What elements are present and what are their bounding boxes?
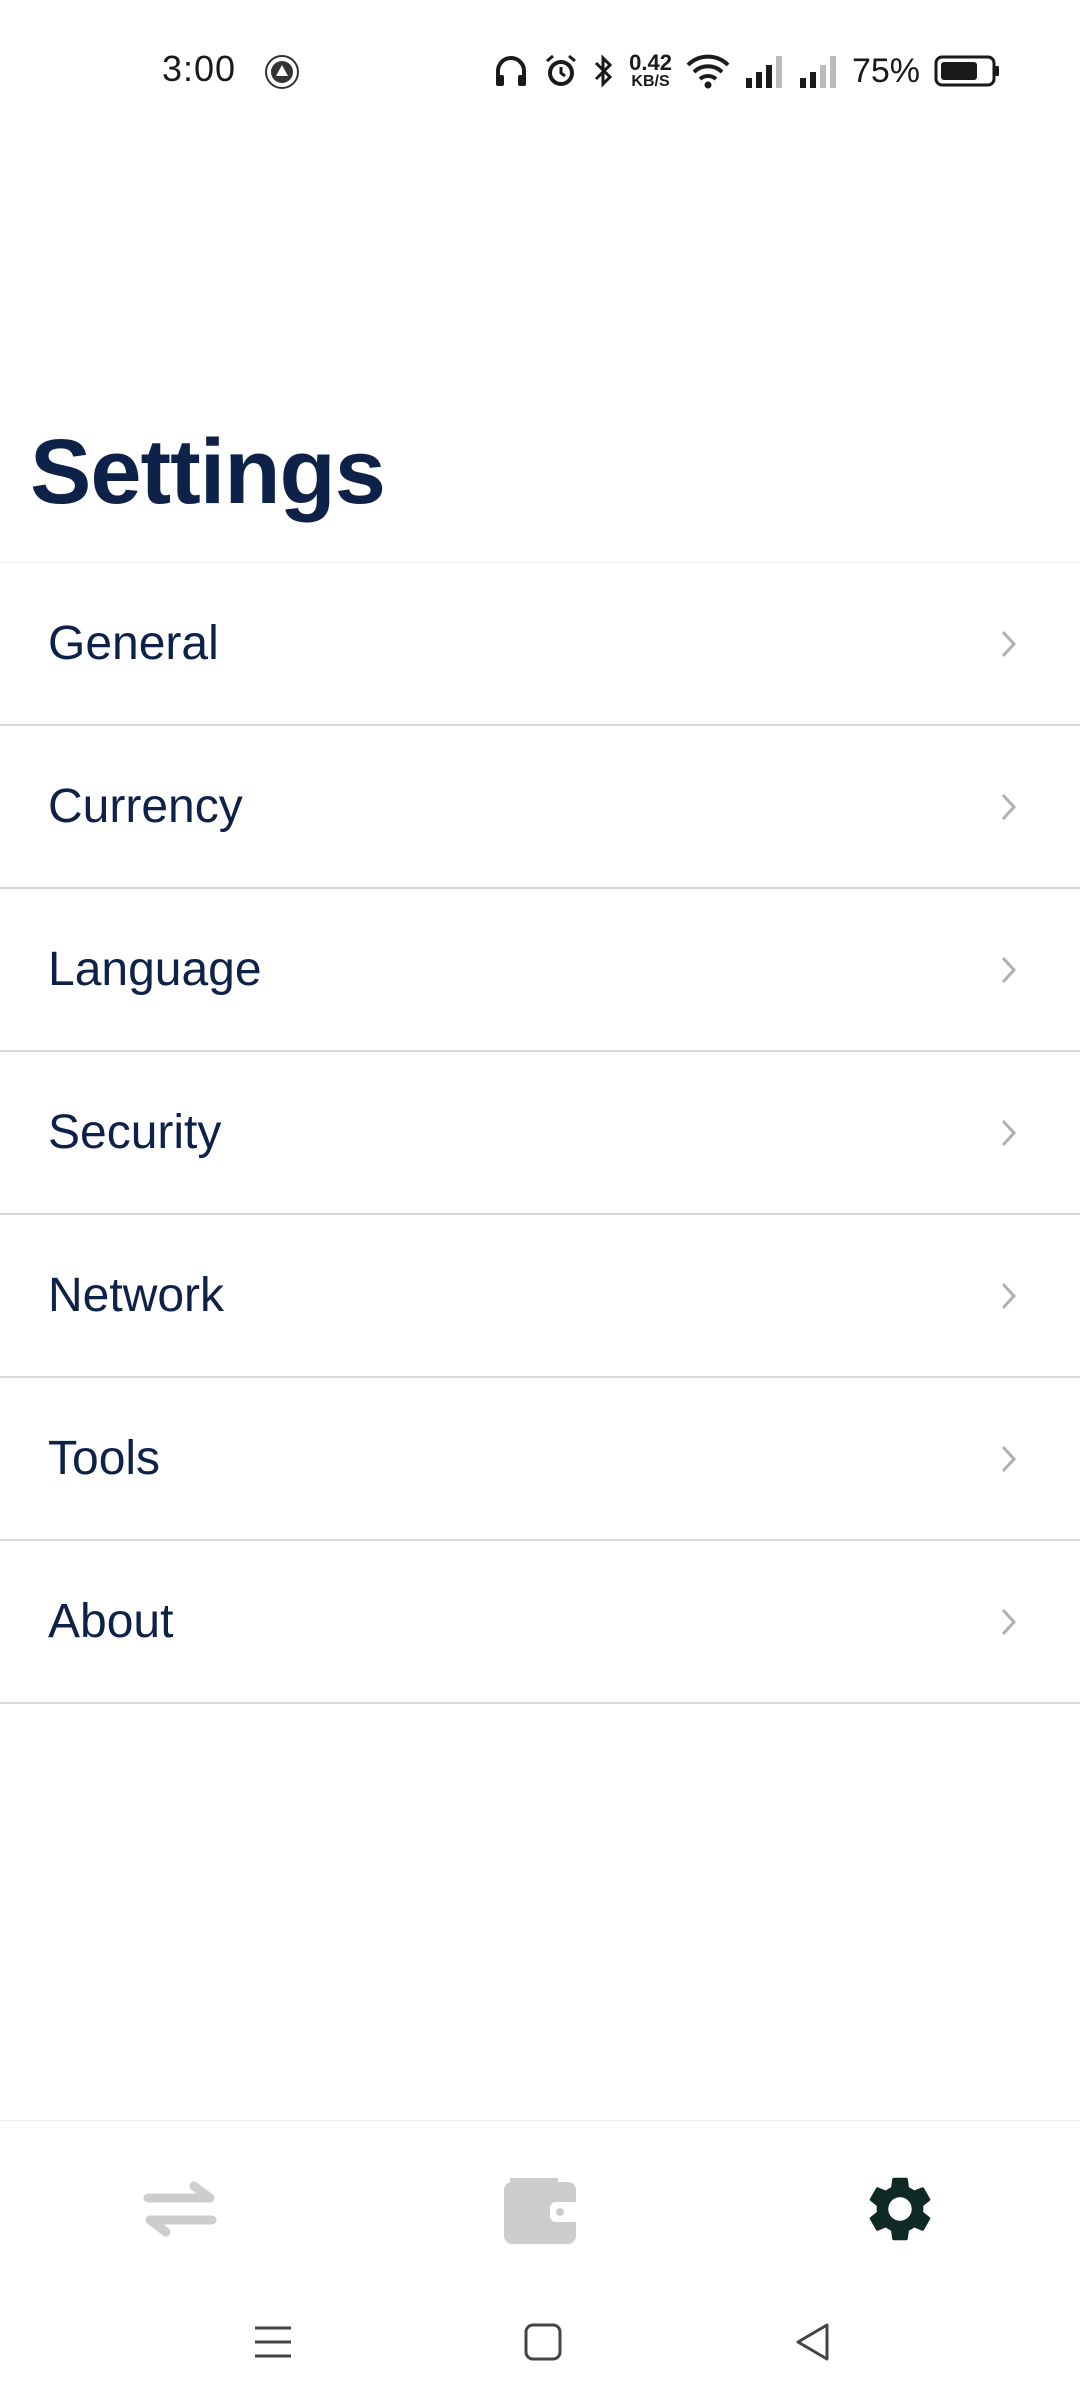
network-speed: 0.42 KB/S [629,52,672,90]
net-speed-value: 0.42 [629,50,672,75]
settings-item-security[interactable]: Security [0,1052,1080,1215]
page-title: Settings [30,421,386,523]
settings-item-general[interactable]: General [0,563,1080,726]
net-speed-unit: KB/S [631,73,670,90]
bottom-nav [0,2120,1080,2291]
settings-item-tools[interactable]: Tools [0,1378,1080,1541]
system-back-button[interactable] [783,2312,843,2372]
system-nav-bar [0,2290,1080,2400]
status-icons: 0.42 KB/S 75% [493,46,1000,96]
settings-item-label: Network [48,1269,225,1322]
chevron-right-icon [1001,1608,1017,1635]
battery-icon [934,55,1000,87]
settings-item-language[interactable]: Language [0,889,1080,1052]
chevron-right-icon [1001,1119,1017,1146]
settings-item-label: Language [48,943,262,996]
nav-wallet-button[interactable] [490,2159,590,2259]
headphones-icon [493,54,529,88]
menu-icon [255,2326,291,2358]
settings-item-currency[interactable]: Currency [0,726,1080,889]
alarm-icon [543,53,579,89]
signal-icon [744,54,784,88]
wifi-icon [686,53,730,89]
status-bar: 3:00 0.42 KB/S 75% [0,0,1080,140]
chevron-right-icon [1001,1282,1017,1309]
home-icon [524,2323,562,2361]
transfer-icon [143,2181,217,2237]
wallet-icon [504,2178,580,2244]
status-time: 3:00 [162,48,237,89]
system-menu-button[interactable] [243,2312,303,2372]
chevron-right-icon [1001,1445,1017,1472]
settings-item-label: Currency [48,780,243,833]
battery-percent: 75% [851,51,920,90]
settings-list: General Currency Language Security Netwo… [0,562,1080,1704]
signal-icon [798,54,838,88]
nav-settings-button[interactable] [850,2159,950,2259]
chevron-right-icon [1001,630,1017,657]
back-icon [796,2323,829,2361]
settings-item-label: Tools [48,1432,161,1485]
settings-item-label: Security [48,1106,222,1159]
settings-item-network[interactable]: Network [0,1215,1080,1378]
notification-badge-icon [264,54,300,90]
gear-icon [869,2177,931,2241]
bluetooth-icon [593,53,615,89]
system-home-button[interactable] [513,2312,573,2372]
chevron-right-icon [1001,956,1017,983]
chevron-right-icon [1001,793,1017,820]
settings-item-label: General [48,617,219,670]
settings-item-about[interactable]: About [0,1541,1080,1704]
nav-transfer-button[interactable] [130,2159,230,2259]
settings-item-label: About [48,1595,174,1648]
